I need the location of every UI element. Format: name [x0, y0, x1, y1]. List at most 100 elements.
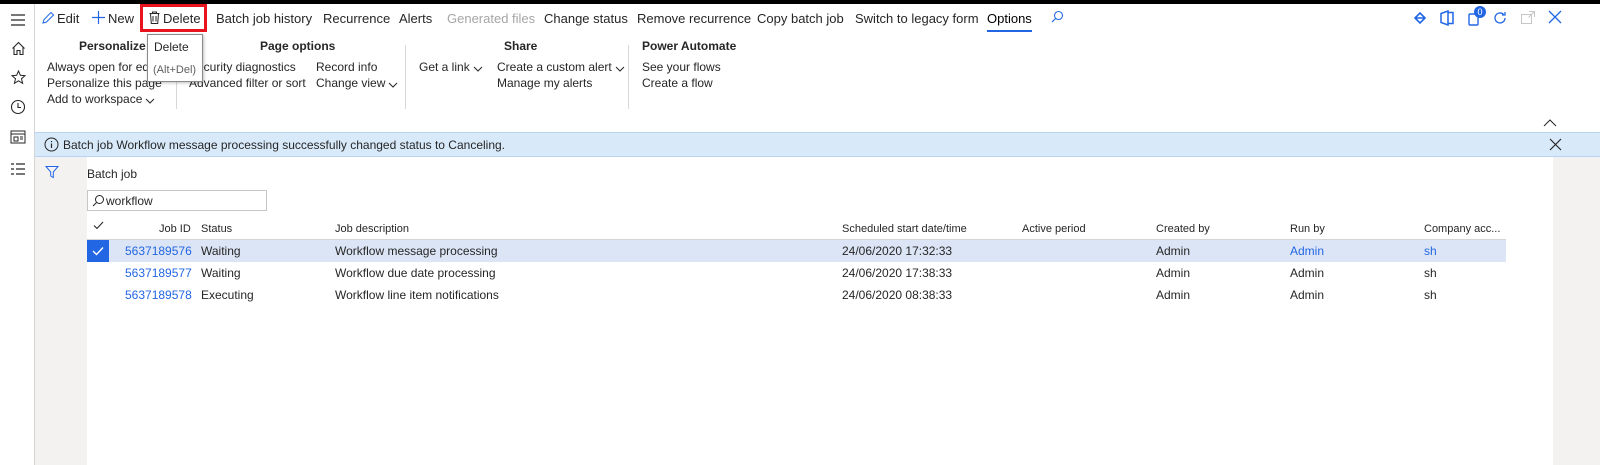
run-by-cell: Admin — [1290, 288, 1325, 302]
run-by-link[interactable]: Admin — [1290, 244, 1324, 258]
column-header-run-by[interactable]: Run by — [1290, 223, 1325, 235]
personalize-this-page[interactable]: Personalize this page — [47, 76, 162, 90]
copy-batch-job-button[interactable]: Copy batch job — [757, 4, 844, 33]
job-id-link[interactable]: 5637189577 — [125, 266, 192, 280]
get-a-link[interactable]: Get a link — [419, 60, 483, 75]
delete-label: Delete — [163, 11, 201, 26]
row-checkbox[interactable] — [87, 240, 109, 262]
delete-button[interactable]: Delete — [149, 4, 201, 33]
search-icon — [92, 194, 105, 207]
created-by-cell: Admin — [1156, 266, 1191, 280]
tooltip-shortcut: (Alt+Del) — [153, 64, 197, 76]
chevron-down-icon — [615, 61, 625, 75]
add-to-workspace[interactable]: Add to workspace — [47, 92, 155, 107]
security-diagnostics[interactable]: Security diagnostics — [189, 60, 296, 74]
get-a-link-label: Get a link — [419, 60, 470, 74]
record-info[interactable]: Record info — [316, 60, 377, 74]
column-header-created-by[interactable]: Created by — [1156, 223, 1210, 235]
close-icon[interactable] — [1548, 10, 1564, 26]
clock-icon[interactable] — [8, 97, 28, 117]
alerts-button[interactable]: Alerts — [399, 4, 432, 33]
description-cell: Workflow line item notifications — [335, 288, 499, 302]
search-icon — [1051, 10, 1064, 26]
chevron-up-icon[interactable] — [1543, 116, 1557, 127]
created-by-cell: Admin — [1156, 244, 1191, 258]
remove-recurrence-button[interactable]: Remove recurrence — [637, 4, 751, 33]
advanced-filter-or-sort[interactable]: Advanced filter or sort — [189, 76, 306, 90]
column-header-scheduled-start[interactable]: Scheduled start date/time — [842, 223, 967, 235]
new-button[interactable]: New — [92, 4, 134, 33]
tab-options[interactable]: Options — [987, 4, 1032, 32]
table-row[interactable]: 5637189577 Waiting Workflow due date pro… — [87, 262, 1506, 284]
chevron-down-icon — [145, 93, 155, 107]
column-header-job-id[interactable]: Job ID — [159, 223, 191, 235]
row-checkbox[interactable] — [87, 284, 109, 306]
status-cell: Waiting — [201, 266, 241, 280]
home-icon[interactable] — [8, 38, 28, 58]
switch-legacy-form-button[interactable]: Switch to legacy form — [855, 4, 979, 33]
column-header-company-account[interactable]: Company acc... — [1424, 223, 1500, 235]
filter-icon[interactable] — [44, 165, 60, 179]
list-icon[interactable] — [8, 159, 28, 179]
batch-job-history-button[interactable]: Batch job history — [216, 4, 312, 33]
star-icon[interactable] — [8, 67, 28, 87]
description-cell: Workflow message processing — [335, 244, 498, 258]
created-by-cell: Admin — [1156, 288, 1191, 302]
grid-search[interactable] — [87, 190, 267, 211]
ribbon-divider — [628, 45, 629, 109]
change-view[interactable]: Change view — [316, 76, 398, 91]
office-icon[interactable] — [1440, 9, 1456, 27]
table-row[interactable]: 5637189576 Waiting Workflow message proc… — [87, 240, 1506, 262]
popout-icon[interactable] — [1520, 10, 1536, 26]
description-cell: Workflow due date processing — [335, 266, 496, 280]
scheduled-cell: 24/06/2020 17:32:33 — [842, 244, 953, 258]
grid-header: Job ID Status Job description Scheduled … — [87, 219, 1506, 240]
power-automate-group-title: Power Automate — [642, 39, 737, 53]
table-row[interactable]: 5637189578 Executing Workflow line item … — [87, 284, 1506, 306]
create-custom-alert[interactable]: Create a custom alert — [497, 60, 625, 75]
ribbon-divider — [405, 45, 406, 109]
manage-my-alerts[interactable]: Manage my alerts — [497, 76, 592, 90]
refresh-icon[interactable] — [1492, 10, 1508, 26]
plus-icon — [92, 5, 105, 34]
column-header-status[interactable]: Status — [201, 223, 232, 235]
change-status-button[interactable]: Change status — [544, 4, 628, 33]
create-a-flow[interactable]: Create a flow — [642, 76, 713, 90]
chevron-down-icon — [388, 77, 398, 91]
workspace-icon[interactable] — [8, 127, 28, 147]
edit-label: Edit — [57, 11, 80, 26]
message-text: Batch job Workflow message processing su… — [63, 138, 506, 152]
notification-badge: 0 — [1474, 6, 1486, 18]
delete-tooltip: Delete (Alt+Del) — [147, 34, 203, 82]
page-options-group-title: Page options — [260, 39, 336, 53]
scheduled-cell: 24/06/2020 17:38:33 — [842, 266, 953, 280]
status-cell: Executing — [201, 288, 254, 302]
create-custom-alert-label: Create a custom alert — [497, 60, 612, 74]
personalize-group-title: Personalize — [79, 39, 146, 53]
column-header-job-description[interactable]: Job description — [335, 223, 409, 235]
company-cell: sh — [1424, 288, 1437, 302]
company-cell: sh — [1424, 266, 1437, 280]
hamburger-icon[interactable] — [8, 10, 28, 30]
share-group-title: Share — [504, 39, 538, 53]
company-link[interactable]: sh — [1424, 244, 1437, 258]
info-icon — [44, 137, 59, 152]
status-cell: Waiting — [201, 244, 241, 258]
generated-files-button[interactable]: Generated files — [447, 4, 535, 33]
recurrence-button[interactable]: Recurrence — [323, 4, 390, 33]
new-label: New — [108, 11, 135, 26]
action-search-button[interactable] — [1051, 4, 1064, 33]
change-view-label: Change view — [316, 76, 386, 90]
row-checkbox[interactable] — [87, 262, 109, 284]
action-pane: Edit New Delete Batch job history Recurr… — [35, 4, 1600, 33]
chevron-down-icon — [473, 61, 483, 75]
select-all-checkbox[interactable] — [93, 221, 104, 233]
job-id-link[interactable]: 5637189578 — [125, 288, 192, 302]
close-message-icon[interactable] — [1549, 138, 1562, 151]
diamond-icon[interactable] — [1412, 10, 1428, 26]
column-header-active-period[interactable]: Active period — [1022, 223, 1086, 235]
job-id-link[interactable]: 5637189576 — [125, 244, 192, 258]
see-your-flows[interactable]: See your flows — [642, 60, 721, 74]
search-input[interactable] — [106, 192, 264, 209]
edit-button[interactable]: Edit — [42, 4, 79, 33]
